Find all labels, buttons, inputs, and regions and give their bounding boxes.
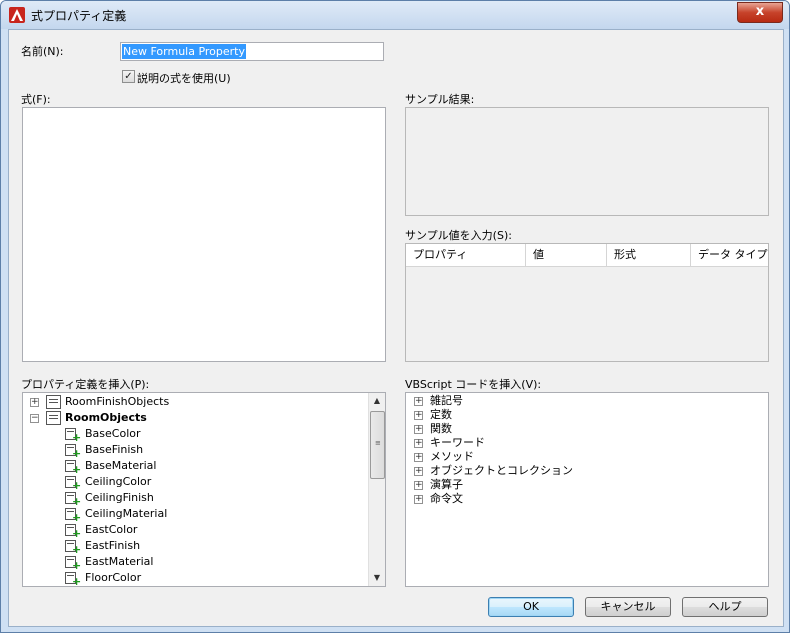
tree-property-label: EastMaterial: [85, 555, 154, 568]
vbscript-category-label: キーワード: [430, 436, 485, 449]
insert-property-label: プロパティ定義を挿入(P):: [21, 378, 150, 391]
insert-vbscript-label: VBScript コードを挿入(V):: [405, 378, 542, 391]
vbscript-category-label: 定数: [430, 408, 452, 421]
window-title: 式プロパティ定義: [31, 9, 127, 23]
property-definition-tree[interactable]: + RoomFinishObjects − RoomObjects + BaseC…: [22, 392, 386, 587]
vbscript-category-item[interactable]: + 関数: [406, 422, 746, 436]
vbscript-category-item[interactable]: + キーワード: [406, 436, 746, 450]
dialog-window: 式プロパティ定義 x 名前(N): New Formula Property ✓…: [0, 0, 790, 633]
tree-property-label: CeilingMaterial: [85, 507, 168, 520]
name-label: 名前(N):: [21, 45, 64, 58]
ok-button[interactable]: OK: [488, 597, 574, 617]
collapse-icon[interactable]: −: [30, 414, 39, 423]
name-input[interactable]: New Formula Property: [120, 42, 384, 61]
name-input-value[interactable]: New Formula Property: [122, 44, 247, 59]
column-header-property[interactable]: プロパティ: [406, 244, 526, 266]
close-button[interactable]: x: [737, 2, 783, 23]
tree-property-item[interactable]: + BaseMaterial: [23, 458, 368, 475]
use-description-formula-checkbox[interactable]: ✓: [122, 70, 135, 83]
dialog-body: 名前(N): New Formula Property ✓ 説明の式を使用(U)…: [8, 29, 784, 627]
vbscript-category-item[interactable]: + 雑記号: [406, 394, 746, 408]
vbscript-category-label: 関数: [430, 422, 452, 435]
vbscript-category-label: メソッド: [430, 450, 474, 463]
tree-group-room-finish-objects[interactable]: + RoomFinishObjects: [23, 394, 368, 410]
grip-icon: ≡: [375, 439, 381, 447]
tree-property-item[interactable]: + CeilingColor: [23, 474, 368, 491]
vbscript-category-item[interactable]: + オブジェクトとコレクション: [406, 464, 746, 478]
sample-values-grid[interactable]: プロパティ 値 形式 データ タイプ: [405, 243, 769, 362]
tree-group-label: RoomObjects: [65, 411, 147, 424]
expand-icon[interactable]: +: [414, 411, 423, 420]
sample-grid-header: プロパティ 値 形式 データ タイプ: [406, 244, 768, 267]
help-button[interactable]: ヘルプ: [682, 597, 768, 617]
autocad-app-icon: [9, 7, 25, 23]
vbscript-category-item[interactable]: + メソッド: [406, 450, 746, 464]
cancel-button[interactable]: キャンセル: [585, 597, 671, 617]
tree-property-label: EastColor: [85, 523, 138, 536]
vbscript-category-label: 雑記号: [430, 394, 463, 407]
scroll-up-icon[interactable]: ▲: [369, 393, 385, 409]
column-header-value[interactable]: 値: [526, 244, 607, 266]
property-tree-scrollbar[interactable]: ▲ ≡ ▼: [368, 393, 385, 586]
formula-label: 式(F):: [21, 93, 51, 106]
tree-property-item[interactable]: + BaseFinish: [23, 442, 368, 459]
vbscript-category-label: オブジェクトとコレクション: [430, 464, 573, 477]
title-bar[interactable]: 式プロパティ定義 x: [1, 1, 789, 29]
property-set-icon: [46, 395, 61, 409]
tree-property-label: FloorColor: [85, 571, 142, 584]
sample-input-label: サンプル値を入力(S):: [405, 229, 512, 242]
expand-icon[interactable]: +: [414, 453, 423, 462]
tree-property-item[interactable]: + EastMaterial: [23, 554, 368, 571]
tree-property-item[interactable]: + EastFinish: [23, 538, 368, 555]
expand-icon[interactable]: +: [414, 439, 423, 448]
tree-group-label: RoomFinishObjects: [65, 395, 170, 408]
expand-icon[interactable]: +: [414, 425, 423, 434]
expand-icon[interactable]: +: [414, 467, 423, 476]
vbscript-category-item[interactable]: + 定数: [406, 408, 746, 422]
column-header-data-type[interactable]: データ タイプ: [691, 244, 768, 266]
tree-property-label: CeilingFinish: [85, 491, 154, 504]
expand-icon[interactable]: +: [30, 398, 39, 407]
sample-result-label: サンプル結果:: [405, 93, 475, 106]
scroll-down-icon[interactable]: ▼: [369, 570, 385, 586]
tree-property-item[interactable]: + FloorColor: [23, 570, 368, 586]
tree-property-item[interactable]: + CeilingMaterial: [23, 506, 368, 523]
tree-property-item[interactable]: + CeilingFinish: [23, 490, 368, 507]
use-description-formula-label[interactable]: 説明の式を使用(U): [137, 70, 231, 86]
vbscript-category-label: 命令文: [430, 492, 463, 505]
tree-property-item[interactable]: + EastColor: [23, 522, 368, 539]
expand-icon[interactable]: +: [414, 495, 423, 504]
vbscript-tree[interactable]: + 雑記号 + 定数 + 関数 + キーワード + メソッド + オブジェクトとコレクション + 演算子 +…: [405, 392, 769, 587]
expand-icon[interactable]: +: [414, 397, 423, 406]
vbscript-category-item[interactable]: + 命令文: [406, 492, 746, 506]
tree-property-label: BaseFinish: [85, 443, 144, 456]
tree-property-label: CeilingColor: [85, 475, 152, 488]
scroll-thumb[interactable]: ≡: [370, 411, 385, 479]
add-icon: +: [72, 575, 82, 587]
vbscript-category-item[interactable]: + 演算子: [406, 478, 746, 492]
tree-property-label: EastFinish: [85, 539, 141, 552]
tree-group-room-objects[interactable]: − RoomObjects: [23, 410, 368, 426]
tree-property-item[interactable]: + BaseColor: [23, 426, 368, 443]
vbscript-category-label: 演算子: [430, 478, 463, 491]
tree-property-label: BaseMaterial: [85, 459, 157, 472]
expand-icon[interactable]: +: [414, 481, 423, 490]
sample-result-box: [405, 107, 769, 216]
property-set-icon: [46, 411, 61, 425]
formula-editor[interactable]: [22, 107, 386, 362]
column-header-format[interactable]: 形式: [607, 244, 691, 266]
tree-property-label: BaseColor: [85, 427, 141, 440]
